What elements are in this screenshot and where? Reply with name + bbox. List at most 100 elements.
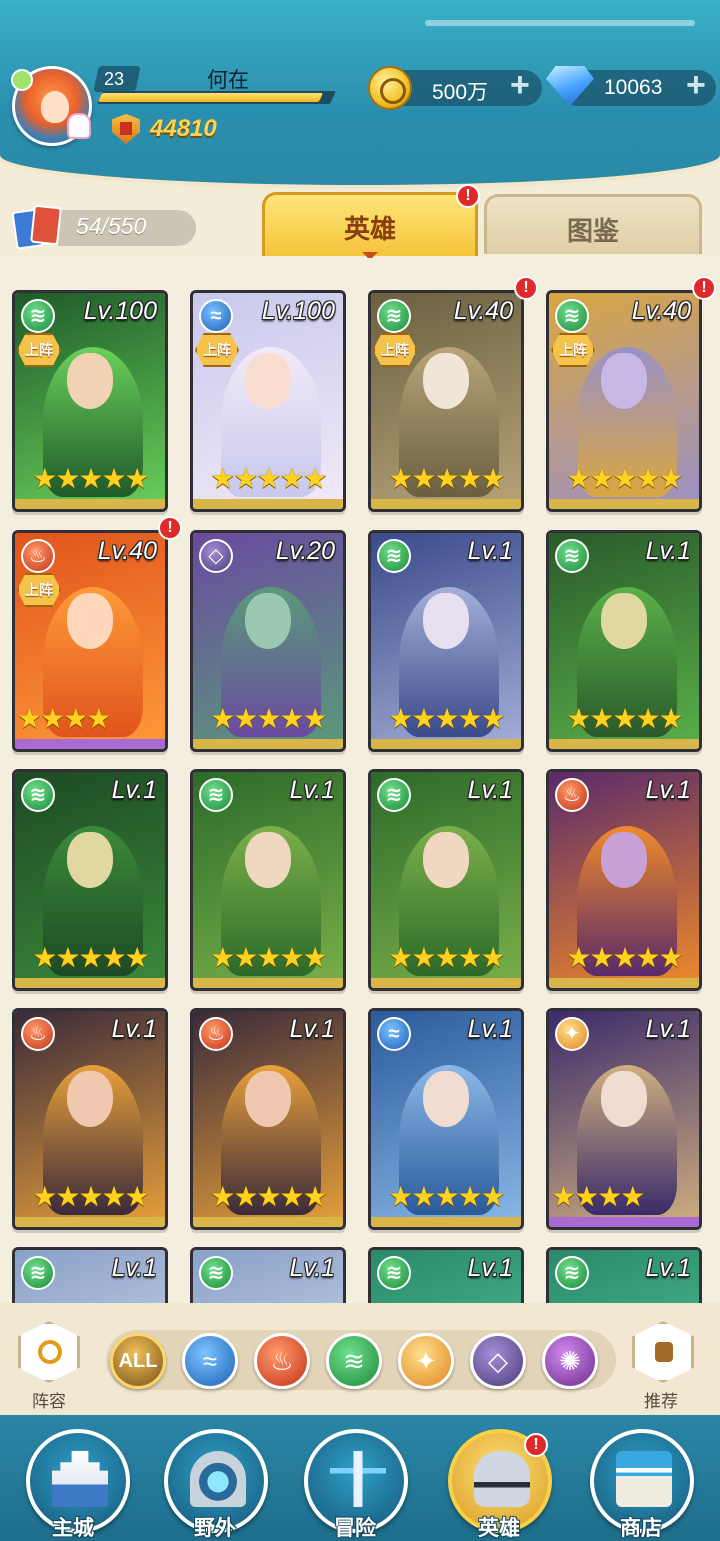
filter-fire-button[interactable]: ♨ xyxy=(254,1333,310,1389)
hero-level: Lv.1 xyxy=(467,776,513,804)
star-rating: ★★★★★ xyxy=(32,1181,150,1212)
hero-level: Lv.1 xyxy=(645,1015,691,1043)
hero-face xyxy=(245,832,291,888)
star-rating: ★★★★★ xyxy=(566,703,684,734)
nav-main-city-label: 主城 xyxy=(52,1517,94,1540)
hero-card[interactable]: ≋ Lv.1 xyxy=(190,1247,346,1303)
rarity-base xyxy=(193,499,343,509)
rarity-base xyxy=(371,1217,521,1227)
lineup-button[interactable] xyxy=(18,1321,80,1383)
star-rating: ★★★★★ xyxy=(32,463,150,494)
hero-card[interactable]: ♨ Lv.1 ★★★★★ xyxy=(546,769,702,991)
thumbs-up-icon xyxy=(655,1342,673,1362)
hero-card[interactable]: ≋ Lv.1 ★★★★★ xyxy=(12,769,168,991)
recommend-label: 推荐 xyxy=(644,1392,678,1411)
hero-face xyxy=(245,593,291,649)
tab-heroes[interactable]: 英雄 xyxy=(262,192,478,256)
hero-face xyxy=(67,593,113,649)
hero-level: Lv.1 xyxy=(289,1015,335,1043)
rarity-base xyxy=(15,978,165,988)
hero-level: Lv.1 xyxy=(645,776,691,804)
filter-void-button[interactable]: ◇ xyxy=(470,1333,526,1389)
hero-card[interactable]: ≋ Lv.1 ★★★★★ xyxy=(368,530,524,752)
gold-coin-icon xyxy=(368,66,412,110)
star-rating: ★★★★★ xyxy=(566,463,684,494)
player-avatar[interactable] xyxy=(11,66,92,146)
star-rating: ★★★★★ xyxy=(210,463,328,494)
hero-level: Lv.1 xyxy=(467,1254,513,1282)
wind-element-icon: ≋ xyxy=(555,1256,589,1290)
hero-card[interactable]: ♨ Lv.1 ★★★★★ xyxy=(190,1008,346,1230)
filter-all-button[interactable]: ALL xyxy=(110,1333,166,1389)
lineup-icon xyxy=(38,1340,62,1364)
filter-light-button[interactable]: ✦ xyxy=(398,1333,454,1389)
add-gold-button[interactable]: + xyxy=(510,66,530,105)
hero-card[interactable]: ≈ Lv.100 上阵 ★★★★★ xyxy=(190,290,346,512)
filter-arcane-button[interactable]: ✺ xyxy=(542,1333,598,1389)
star-rating: ★★★★★ xyxy=(32,942,150,973)
hero-card[interactable]: ≋ Lv.1 xyxy=(546,1247,702,1303)
rarity-base xyxy=(549,978,699,988)
hero-grid: ≋ Lv.100 上阵 ★★★★★ ≈ Lv.100 上阵 ★★★★★ ≋ Lv.40 上阵 ★★★★… xyxy=(0,258,720,1303)
hero-card[interactable]: ✦ Lv.1 ★★★★ xyxy=(546,1008,702,1230)
avatar-badge-icon xyxy=(11,69,33,91)
star-rating: ★★★★★ xyxy=(388,463,506,494)
tab-alert-icon: ! xyxy=(456,184,480,208)
add-gems-button[interactable]: + xyxy=(686,66,706,105)
hero-card[interactable]: ≋ Lv.1 ★★★★★ xyxy=(190,769,346,991)
hero-card[interactable]: ≈ Lv.1 ★★★★★ xyxy=(368,1008,524,1230)
wind-element-icon: ≋ xyxy=(21,1256,55,1290)
tab-codex[interactable]: 图鉴 xyxy=(484,194,702,254)
star-rating: ★★★★★ xyxy=(210,1181,328,1212)
wind-element-icon: ≋ xyxy=(377,539,411,573)
filter-water-button[interactable]: ≈ xyxy=(182,1333,238,1389)
hero-level: Lv.20 xyxy=(275,537,335,565)
hero-card[interactable]: ≋ Lv.40 上阵 ★★★★★ xyxy=(546,290,702,512)
player-level: 23 xyxy=(104,69,125,89)
hero-face xyxy=(423,832,469,888)
wind-element-icon: ≋ xyxy=(377,1256,411,1290)
hero-card[interactable]: ≋ Lv.100 上阵 ★★★★★ xyxy=(12,290,168,512)
hero-alert-icon: ! xyxy=(514,276,538,300)
deployed-badge: 上阵 xyxy=(195,333,239,367)
hero-card[interactable]: ≋ Lv.40 上阵 ★★★★★ xyxy=(368,290,524,512)
hero-card[interactable]: ♨ Lv.1 ★★★★★ xyxy=(12,1008,168,1230)
rarity-base xyxy=(15,1217,165,1227)
fire-element-icon: ♨ xyxy=(21,1017,55,1051)
recommend-button[interactable] xyxy=(632,1321,694,1383)
star-rating: ★★★★★ xyxy=(388,942,506,973)
knight-helmet-icon xyxy=(474,1451,530,1507)
star-rating: ★★★★★ xyxy=(388,703,506,734)
hero-card[interactable]: ≋ Lv.1 xyxy=(12,1247,168,1303)
hero-face xyxy=(245,1071,291,1127)
hero-level: Lv.1 xyxy=(467,537,513,565)
hero-face xyxy=(423,593,469,649)
lineup-label: 阵容 xyxy=(32,1392,66,1411)
water-element-icon: ≈ xyxy=(377,1017,411,1051)
hero-alert-icon: ! xyxy=(692,276,716,300)
hero-face xyxy=(423,1071,469,1127)
deployed-badge: 上阵 xyxy=(17,573,61,607)
water-element-icon: ≈ xyxy=(199,299,233,333)
rarity-base xyxy=(193,978,343,988)
rarity-base xyxy=(15,739,165,749)
avatar-item-icon xyxy=(67,113,91,139)
rarity-base xyxy=(371,978,521,988)
exp-bar-fill xyxy=(97,93,324,102)
wind-element-icon: ≋ xyxy=(555,299,589,333)
gold-amount: 500万 xyxy=(432,81,489,104)
hero-face xyxy=(67,1071,113,1127)
deployed-badge: 上阵 xyxy=(17,333,61,367)
fire-element-icon: ♨ xyxy=(21,539,55,573)
hero-card[interactable]: ◇ Lv.20 ★★★★★ xyxy=(190,530,346,752)
filter-wind-button[interactable]: ≋ xyxy=(326,1333,382,1389)
hero-card[interactable]: ♨ Lv.40 上阵 ★★★★ xyxy=(12,530,168,752)
hero-card[interactable]: ≋ Lv.1 xyxy=(368,1247,524,1303)
hero-card[interactable]: ≋ Lv.1 ★★★★★ xyxy=(368,769,524,991)
hero-count: 54/550 xyxy=(76,213,147,239)
hero-level: Lv.1 xyxy=(289,776,335,804)
star-rating: ★★★★★ xyxy=(388,1181,506,1212)
wind-element-icon: ≋ xyxy=(199,778,233,812)
hero-card[interactable]: ≋ Lv.1 ★★★★★ xyxy=(546,530,702,752)
hero-level: Lv.1 xyxy=(645,537,691,565)
